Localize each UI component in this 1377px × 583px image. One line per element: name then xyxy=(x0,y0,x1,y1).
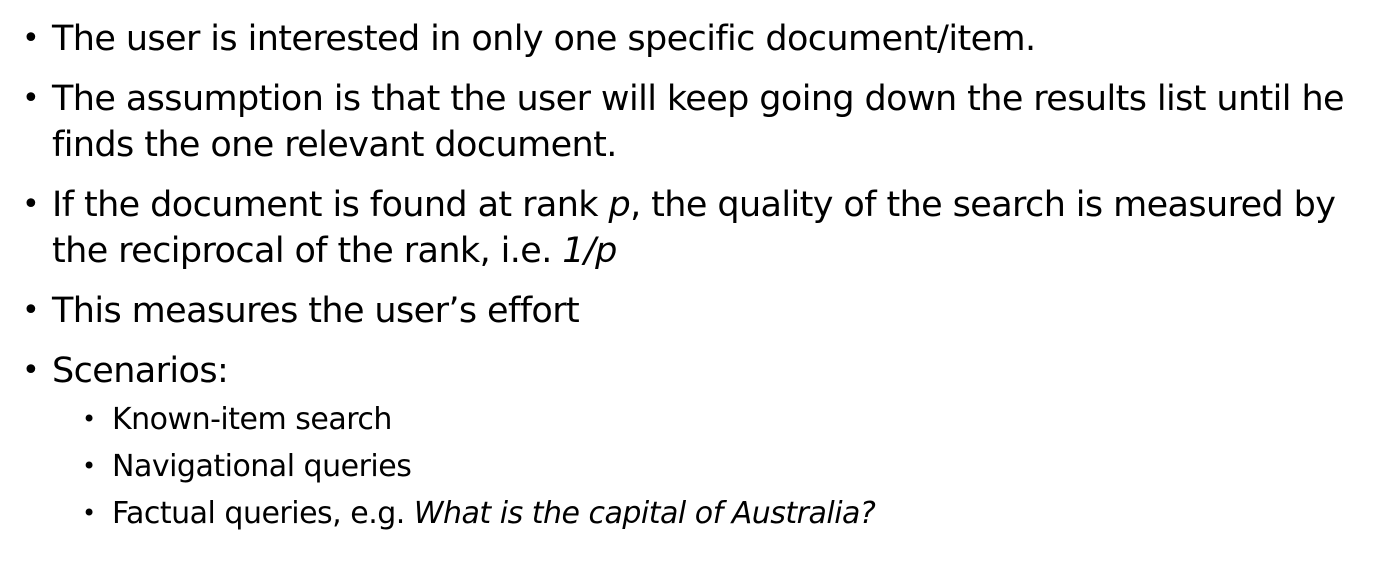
bullet-dot-icon: • xyxy=(22,293,40,328)
sub-bullet-list: • Known-item search • Navigational queri… xyxy=(52,396,1360,537)
bullet-item-single-document: • The user is interested in only one spe… xyxy=(20,16,1360,62)
slide: • The user is interested in only one spe… xyxy=(0,0,1377,583)
sub-bullet-navigational: • Navigational queries xyxy=(52,443,1360,490)
sub-bullet-known-item: • Known-item search xyxy=(52,396,1360,443)
sub-bullet-text: Navigational queries xyxy=(112,449,412,484)
bullet-dot-icon: • xyxy=(22,353,40,388)
sub-bullet-text: Known-item search xyxy=(112,402,392,437)
bullet-text: The assumption is that the user will kee… xyxy=(52,79,1345,165)
rank-variable: p xyxy=(608,185,631,225)
bullet-dot-icon: • xyxy=(22,187,40,222)
reciprocal-formula: 1/p xyxy=(562,231,617,271)
bullet-text: The user is interested in only one speci… xyxy=(52,19,1036,59)
bullet-dot-icon: • xyxy=(22,81,40,116)
bullet-item-reciprocal-rank: • If the document is found at rank p, th… xyxy=(20,182,1360,274)
sub-bullet-text: Factual queries, e.g. xyxy=(112,496,414,531)
bullet-text-part: If the document is found at rank xyxy=(52,185,609,225)
sub-bullet-dot-icon: • xyxy=(82,452,96,480)
sub-bullet-factual: • Factual queries, e.g. What is the capi… xyxy=(52,490,1360,537)
bullet-item-scenarios: • Scenarios: • Known-item search • Navig… xyxy=(20,348,1360,537)
sub-bullet-dot-icon: • xyxy=(82,499,96,527)
bullet-item-assumption: • The assumption is that the user will k… xyxy=(20,76,1360,168)
example-question: What is the capital of Australia? xyxy=(413,496,876,531)
bullet-text: Scenarios: xyxy=(52,351,229,391)
bullet-dot-icon: • xyxy=(22,21,40,56)
bullet-item-user-effort: • This measures the user’s effort xyxy=(20,288,1360,334)
bullet-text: This measures the user’s effort xyxy=(52,291,580,331)
bullet-list: • The user is interested in only one spe… xyxy=(20,16,1360,551)
sub-bullet-dot-icon: • xyxy=(82,405,96,433)
